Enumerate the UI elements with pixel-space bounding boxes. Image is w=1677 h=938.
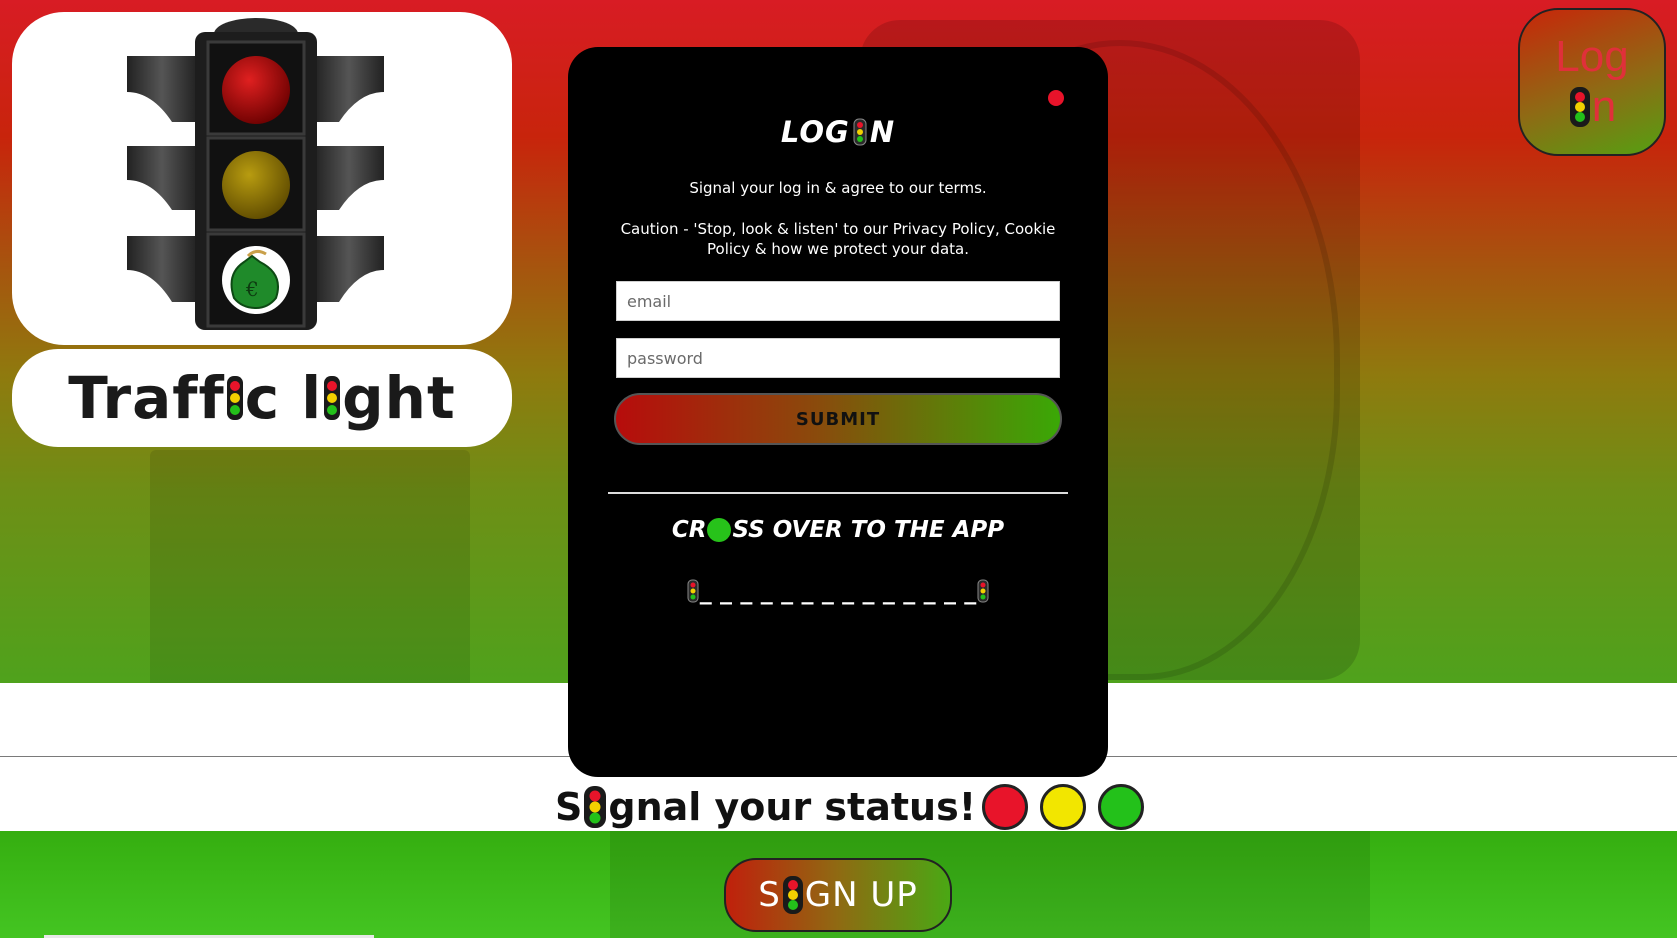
status-green-button[interactable] (1098, 784, 1145, 830)
mini-traffic-light-icon (782, 876, 803, 914)
mini-traffic-light-icon (1569, 87, 1590, 127)
cross-title-part: SS OVER TO THE APP (732, 517, 1005, 543)
brand-name-part: Traff (68, 364, 225, 432)
brand-name-part: c l (244, 364, 323, 432)
status-heading: S gnal your status! (555, 785, 976, 829)
password-field[interactable] (616, 338, 1060, 378)
modal-title: LOG N (568, 115, 1108, 149)
mini-traffic-light-icon (853, 118, 867, 146)
mini-traffic-light-icon (324, 376, 341, 420)
mini-traffic-light-icon (687, 579, 699, 603)
modal-subtitle: Signal your log in & agree to our terms. (689, 179, 987, 197)
brand-name-part: ght (342, 364, 456, 432)
mini-traffic-light-icon (226, 376, 243, 420)
mini-traffic-light-icon (584, 786, 607, 828)
submit-button[interactable]: SUBMIT (614, 393, 1062, 445)
corner-login-button[interactable]: Log n (1518, 8, 1666, 156)
modal-title-part: N (869, 115, 896, 149)
brand-card: Traff c l ght (12, 349, 512, 447)
login-modal: LOG N Signal your log in & agree to our … (568, 47, 1108, 777)
modal-title-part: LOG (780, 115, 850, 149)
logo-card: € (12, 12, 512, 345)
hero-ghost-shape (150, 450, 470, 683)
status-red-button[interactable] (982, 784, 1029, 830)
status-yellow-button[interactable] (1040, 784, 1087, 830)
status-row: S gnal your status! (555, 782, 1145, 832)
signup-button[interactable]: S GN UP (724, 858, 952, 932)
close-icon[interactable] (1048, 90, 1064, 106)
modal-caution: Caution - 'Stop, look & listen' to our P… (620, 220, 1056, 258)
signup-label-part: GN UP (804, 875, 918, 915)
corner-login-label: Log (1555, 32, 1629, 81)
corner-login-suffix: n (1591, 82, 1617, 131)
signup-label-part: S (758, 875, 781, 915)
app-link-row[interactable]: _ _ _ _ _ _ _ _ _ _ _ _ _ _ (568, 577, 1108, 605)
email-field[interactable] (616, 281, 1060, 321)
corner-login-row: n (1568, 82, 1616, 132)
cross-over-title: CR SS OVER TO THE APP (568, 517, 1108, 543)
status-heading-part: gnal your status! (608, 785, 977, 829)
green-light-icon (707, 518, 732, 542)
traffic-light-logo-icon: € (127, 18, 384, 330)
svg-text:€: € (245, 277, 259, 301)
dash-placeholder: _ _ _ _ _ _ _ _ _ _ _ _ _ _ (699, 577, 977, 605)
mini-traffic-light-icon (977, 579, 989, 603)
cross-title-part: CR (671, 517, 707, 543)
brand-name: Traff c l ght (68, 364, 455, 432)
modal-divider (608, 492, 1068, 494)
status-heading-part: S (555, 785, 583, 829)
